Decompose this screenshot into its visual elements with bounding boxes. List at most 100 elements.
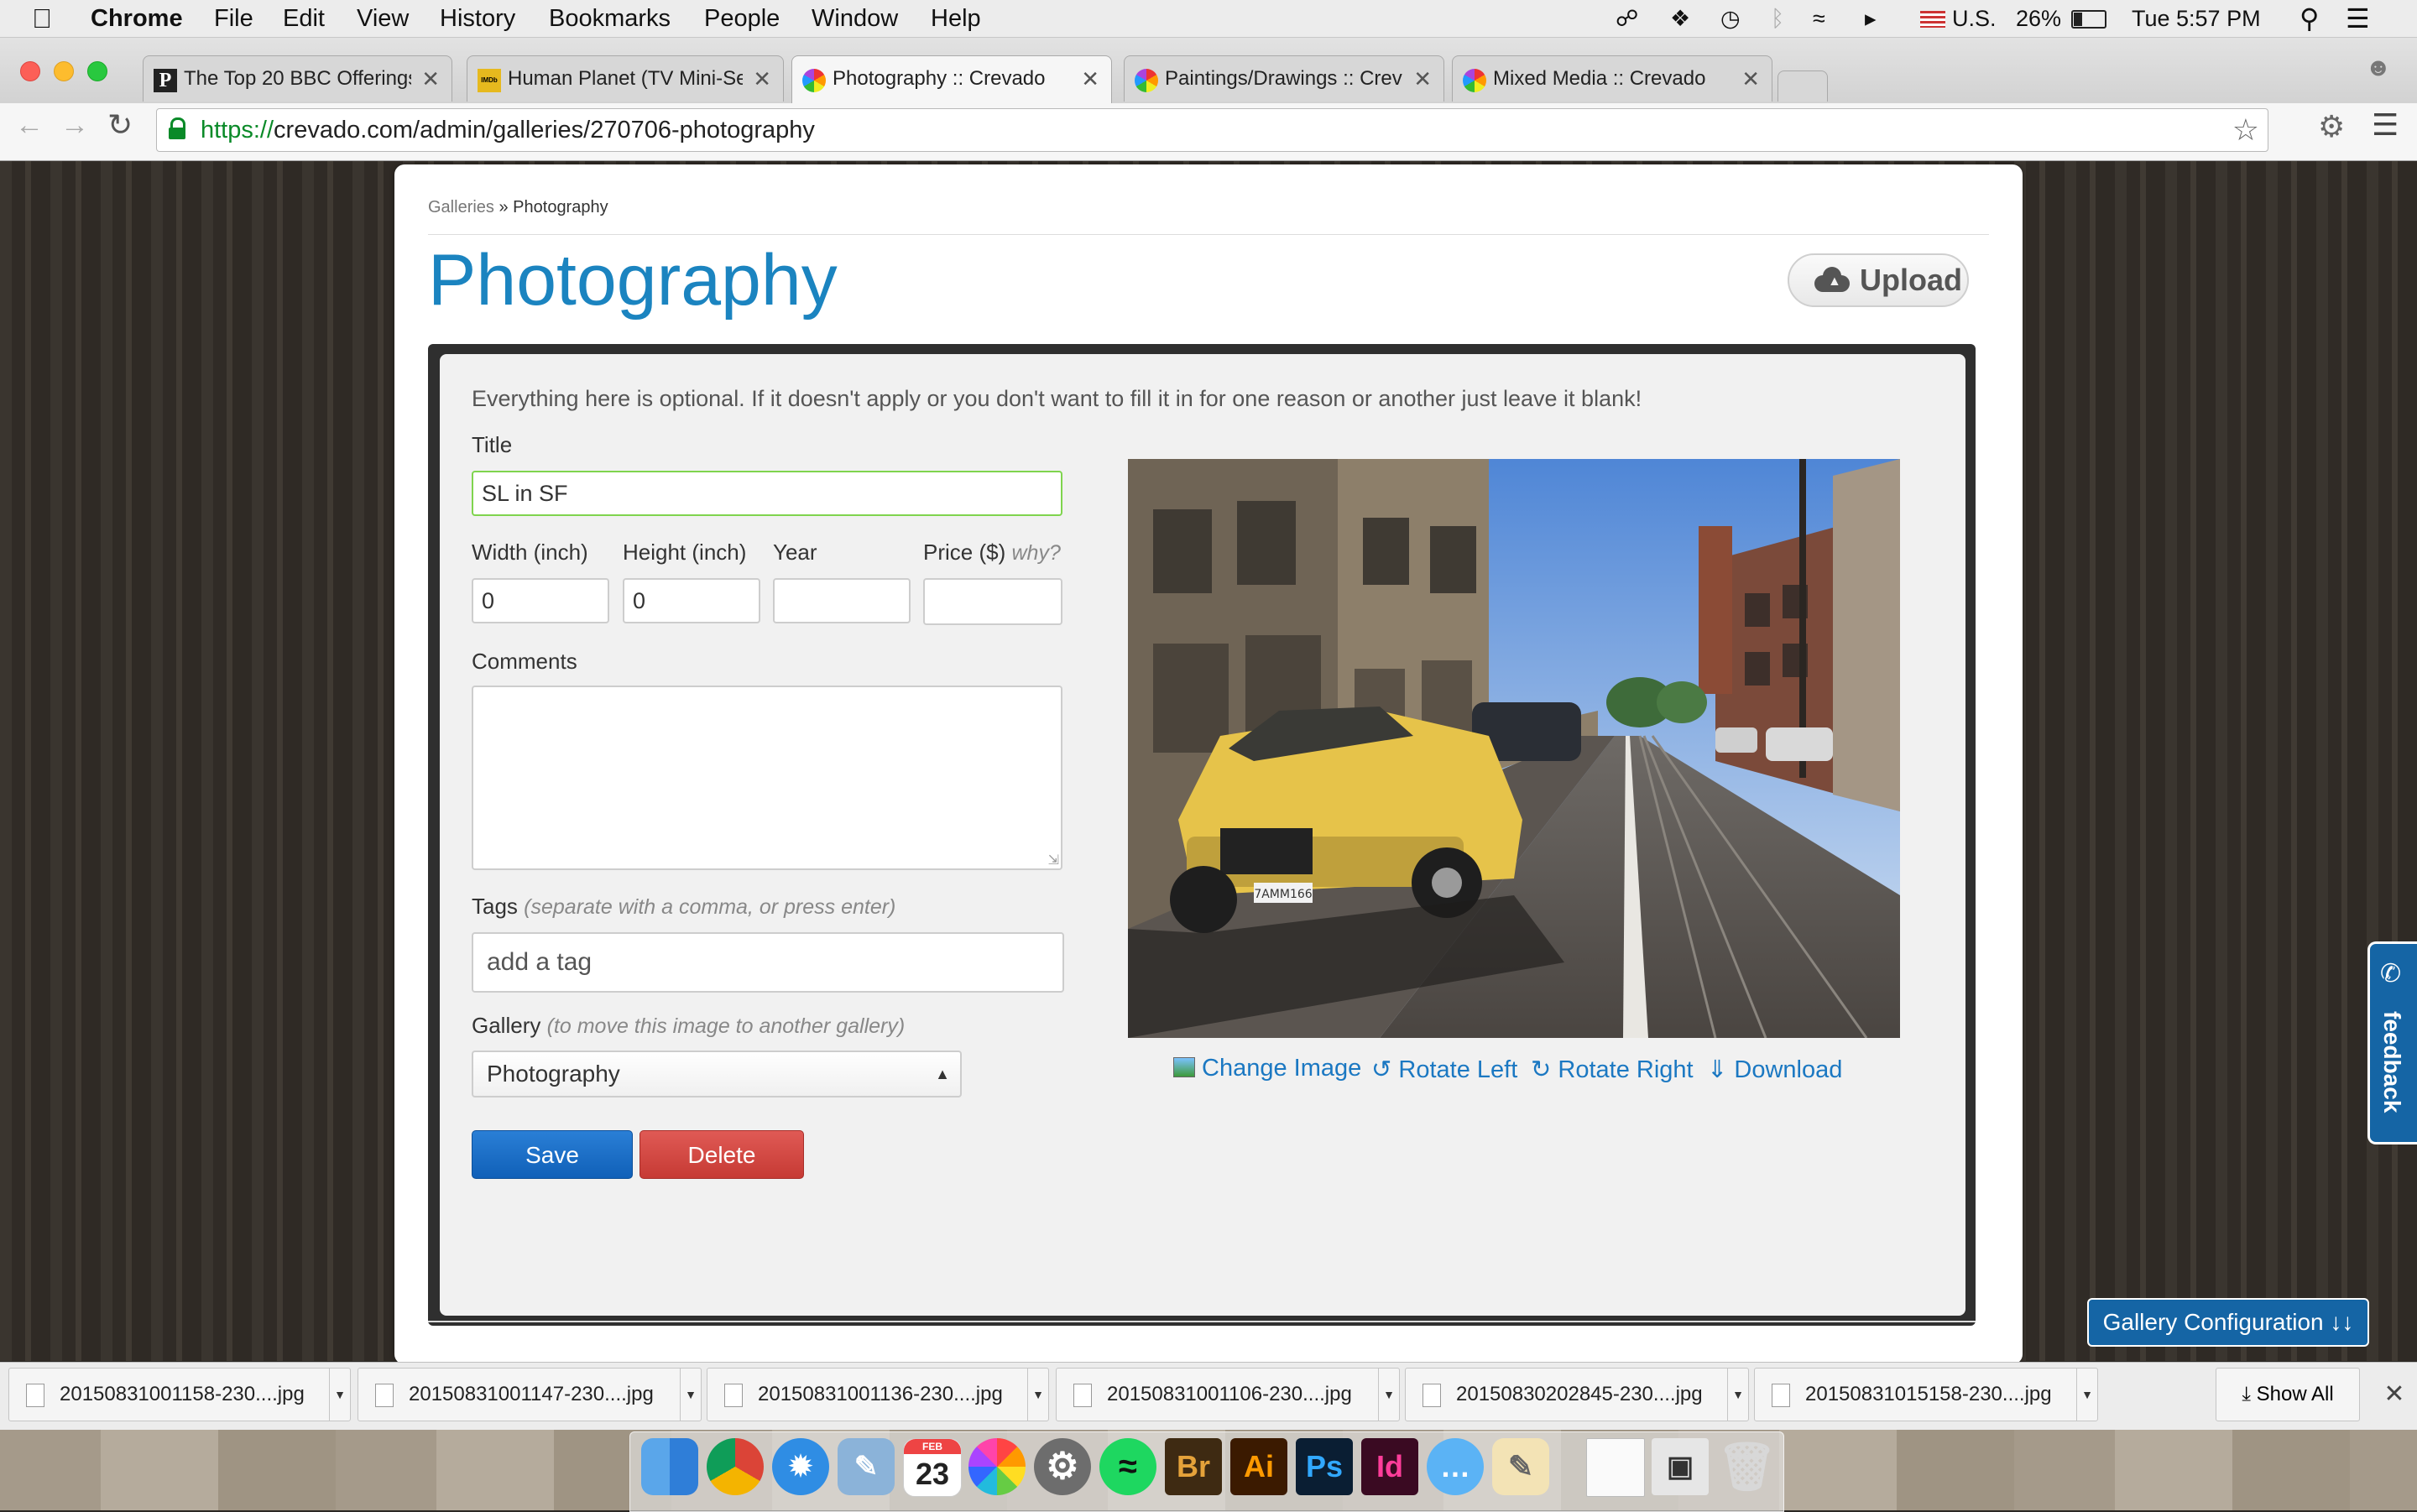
address-bar[interactable]: https://crevado.com/admin/galleries/2707…	[156, 108, 2268, 152]
tab-imdb[interactable]: IMDb Human Planet (TV Mini-Ser ✕	[467, 55, 784, 102]
clock[interactable]: Tue 5:57 PM	[2132, 0, 2261, 37]
gallery-configuration-button[interactable]: Gallery Configuration ↓↓	[2087, 1298, 2369, 1347]
apple-menu-icon[interactable]: 	[32, 0, 52, 37]
width-input[interactable]: 0	[472, 578, 609, 623]
menu-app-name[interactable]: Chrome	[91, 0, 183, 37]
download-item[interactable]: 20150831015158-230....jpg ▼	[1754, 1368, 2098, 1421]
download-item[interactable]: 20150831001136-230....jpg ▼	[707, 1368, 1049, 1421]
gallery-select[interactable]: Photography ▲	[472, 1051, 962, 1098]
chevron-down-icon[interactable]: ▼	[1027, 1369, 1048, 1421]
rotate-left-link[interactable]: ↺ Rotate Left	[1371, 1055, 1517, 1084]
new-tab-button[interactable]	[1778, 70, 1828, 102]
tab-close-icon[interactable]: ✕	[421, 56, 440, 102]
bookmark-star-icon[interactable]: ☆	[2232, 112, 2259, 148]
close-shelf-icon[interactable]: ✕	[2382, 1368, 2407, 1421]
tab-mixed-media[interactable]: Mixed Media :: Crevado ✕	[1452, 55, 1772, 102]
show-all-downloads-button[interactable]: ⤓ Show All	[2216, 1368, 2360, 1421]
tab-close-icon[interactable]: ✕	[1413, 56, 1432, 102]
delete-button[interactable]: Delete	[639, 1130, 804, 1179]
extension-icon[interactable]: ⚙	[2318, 109, 2345, 144]
indesign-icon[interactable]: Id	[1361, 1438, 1418, 1495]
year-input[interactable]	[773, 578, 911, 623]
back-icon[interactable]: ←	[15, 109, 44, 142]
price-input[interactable]	[923, 578, 1062, 625]
menu-window[interactable]: Window	[812, 0, 898, 37]
menu-view[interactable]: View	[357, 0, 409, 37]
feedback-tab[interactable]: ✆ feedback	[2367, 941, 2417, 1144]
textedit-icon[interactable]: ✎	[1492, 1438, 1549, 1495]
download-filename: 20150831001106-230....jpg	[1107, 1383, 1352, 1405]
tab-photography-active[interactable]: Photography :: Crevado ✕	[791, 55, 1112, 105]
title-input[interactable]: SL in SF	[472, 471, 1062, 516]
tab-paintings[interactable]: Paintings/Drawings :: Crev ✕	[1124, 55, 1444, 102]
safari-icon[interactable]: ✹	[772, 1438, 829, 1495]
download-item[interactable]: 20150831001106-230....jpg ▼	[1056, 1368, 1400, 1421]
save-button[interactable]: Save	[472, 1130, 633, 1179]
trash-icon[interactable]: 🗑	[1717, 1438, 1777, 1495]
comments-textarea[interactable]: ⇲	[472, 686, 1062, 870]
chrome-icon[interactable]	[707, 1438, 764, 1495]
menu-history[interactable]: History	[440, 0, 515, 37]
upload-button[interactable]: ▲ Upload	[1788, 253, 1969, 307]
menu-bookmarks[interactable]: Bookmarks	[549, 0, 671, 37]
creative-cloud-icon[interactable]: ☍	[1616, 0, 1638, 37]
flag-icon[interactable]	[1920, 0, 1945, 37]
input-source[interactable]: U.S.	[1952, 0, 1997, 37]
profile-icon[interactable]: ☻	[2365, 54, 2399, 87]
battery-icon[interactable]	[2071, 0, 2106, 37]
menu-people[interactable]: People	[704, 0, 780, 37]
tab-close-icon[interactable]: ✕	[753, 56, 771, 102]
time-machine-icon[interactable]: ◷	[1720, 0, 1741, 37]
resize-handle-icon[interactable]: ⇲	[1048, 852, 1059, 868]
bluetooth-icon[interactable]: ᛒ	[1771, 0, 1784, 37]
rotate-right-link[interactable]: ↻ Rotate Right	[1531, 1055, 1694, 1084]
zoom-window-icon[interactable]	[87, 61, 107, 81]
menu-file[interactable]: File	[214, 0, 253, 37]
chevron-down-icon[interactable]: ▼	[1378, 1369, 1399, 1421]
chevron-down-icon[interactable]: ▼	[329, 1369, 350, 1421]
tab-bbc[interactable]: P The Top 20 BBC Offerings ✕	[143, 55, 452, 102]
forward-icon[interactable]: →	[60, 109, 89, 142]
menu-edit[interactable]: Edit	[283, 0, 325, 37]
tab-title: Photography :: Crevado	[833, 67, 1046, 90]
notification-center-icon[interactable]: ☰	[2346, 0, 2370, 37]
chevron-down-icon[interactable]: ▼	[680, 1369, 701, 1421]
spotlight-icon[interactable]: ⚲	[2300, 0, 2319, 37]
minimize-window-icon[interactable]	[54, 61, 74, 81]
price-why-link[interactable]: why?	[1011, 541, 1060, 565]
menu-help[interactable]: Help	[931, 0, 981, 37]
chrome-menu-icon[interactable]: ☰	[2372, 107, 2399, 143]
finder-icon[interactable]	[641, 1438, 698, 1495]
wifi-icon[interactable]: ≈	[1813, 0, 1825, 37]
breadcrumb-galleries-link[interactable]: Galleries	[428, 198, 494, 216]
system-preferences-icon[interactable]: ⚙	[1034, 1438, 1091, 1495]
height-input[interactable]: 0	[623, 578, 760, 623]
bridge-icon[interactable]: Br	[1165, 1438, 1222, 1495]
chevron-down-icon[interactable]: ▼	[1727, 1369, 1748, 1421]
reload-icon[interactable]: ↻	[107, 107, 133, 143]
change-image-link[interactable]: Change Image	[1173, 1055, 1361, 1082]
close-window-icon[interactable]	[20, 61, 40, 81]
tab-close-icon[interactable]: ✕	[1741, 56, 1760, 102]
chevron-down-icon[interactable]: ▼	[2076, 1369, 2097, 1421]
tab-close-icon[interactable]: ✕	[1081, 56, 1099, 102]
download-item[interactable]: 20150831001158-230....jpg ▼	[8, 1368, 351, 1421]
download-item[interactable]: 20150830202845-230....jpg ▼	[1405, 1368, 1749, 1421]
tag-input[interactable]: add a tag	[472, 932, 1064, 993]
photoshop-icon[interactable]: Ps	[1296, 1438, 1353, 1495]
spotify-icon[interactable]: ≈	[1099, 1438, 1156, 1495]
megaphone-icon: ✆	[2380, 960, 2402, 988]
screenshot-icon[interactable]: ▣	[1652, 1438, 1709, 1495]
download-item[interactable]: 20150831001147-230....jpg ▼	[358, 1368, 702, 1421]
illustrator-icon[interactable]: Ai	[1230, 1438, 1287, 1495]
url-text[interactable]: https://crevado.com/admin/galleries/2707…	[201, 109, 815, 151]
preview-icon[interactable]: ✎	[838, 1438, 895, 1495]
volume-icon[interactable]: ▸	[1865, 0, 1877, 37]
calendar-icon[interactable]: FEB 23	[903, 1438, 962, 1497]
document-icon[interactable]	[1586, 1438, 1645, 1497]
download-link[interactable]: ⇓ Download	[1707, 1055, 1842, 1084]
battery-percent[interactable]: 26%	[2016, 0, 2061, 37]
photos-icon[interactable]	[968, 1438, 1026, 1495]
messages-icon[interactable]: …	[1427, 1438, 1484, 1495]
dropbox-icon[interactable]: ❖	[1670, 0, 1690, 37]
